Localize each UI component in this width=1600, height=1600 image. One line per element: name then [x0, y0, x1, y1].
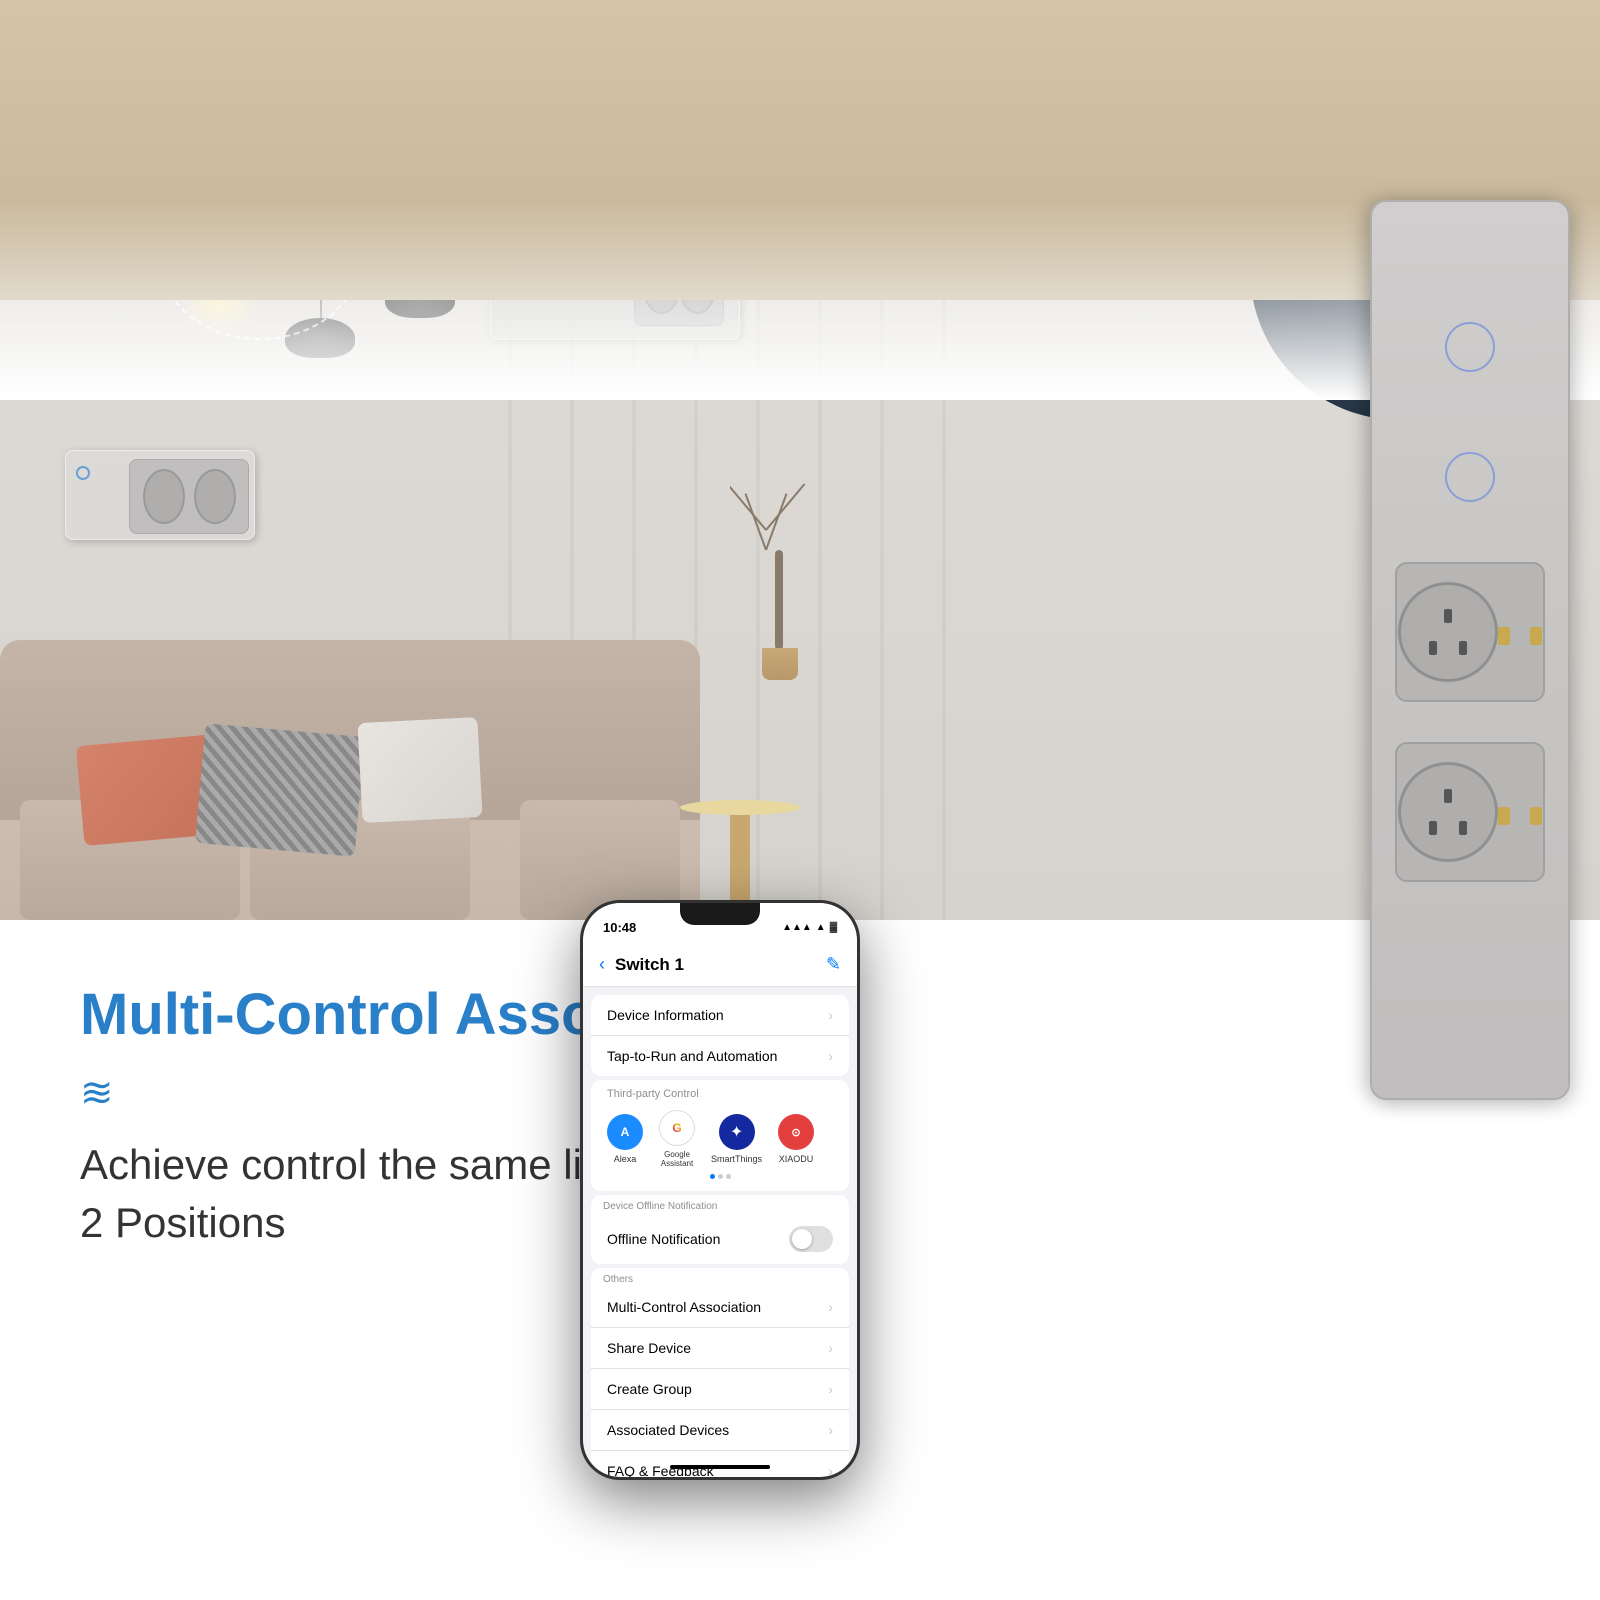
status-bar-time: 10:48 [603, 920, 636, 935]
chevron-icon: › [828, 1340, 833, 1356]
chevron-icon: › [828, 1381, 833, 1397]
menu-item-tap-to-run[interactable]: Tap-to-Run and Automation › [591, 1036, 849, 1076]
battery-icon: ▓ [830, 922, 837, 933]
nav-edit-button[interactable]: ✎ [826, 954, 841, 975]
socket-pins-1 [1498, 627, 1542, 645]
chevron-icon: › [828, 1299, 833, 1315]
dot-3 [726, 1174, 731, 1179]
home-indicator [670, 1465, 770, 1469]
socket-hole-left [1429, 641, 1437, 655]
phone-mockup: 10:48 ▲▲▲ ▲ ▓ ‹ Switch 1 ✎ [580, 900, 860, 1480]
device-socket-1 [1395, 562, 1545, 702]
google-label: GoogleAssistant [661, 1150, 693, 1168]
chevron-icon: › [828, 1007, 833, 1023]
toggle-knob [792, 1229, 812, 1249]
socket-pins-2 [1498, 807, 1542, 825]
chevron-icon: › [828, 1048, 833, 1064]
xiaodu-icon: ⊙ [778, 1114, 814, 1150]
room-background [0, 0, 1600, 980]
third-party-section: Third-party Control A Alexa G GoogleAssi… [591, 1080, 849, 1191]
menu-item-multi-control[interactable]: Multi-Control Association › [591, 1287, 849, 1328]
plant-branches [730, 450, 810, 550]
others-section-header: Others [591, 1268, 849, 1287]
third-party-icons: A Alexa G GoogleAssistant ✦ [607, 1110, 833, 1168]
socket-face-1 [1398, 582, 1498, 682]
switch-dots-1 [76, 466, 90, 480]
socket-hole-left [1429, 821, 1437, 835]
status-icons: ▲▲▲ ▲ ▓ [782, 922, 837, 933]
dot-1 [710, 1174, 715, 1179]
menu-item-create-group[interactable]: Create Group › [591, 1369, 849, 1410]
nav-title: Switch 1 [615, 955, 826, 975]
socket-pin [1498, 807, 1510, 825]
alexa-icon: A [607, 1114, 643, 1150]
google-integration[interactable]: G GoogleAssistant [659, 1110, 695, 1168]
smartthings-label: SmartThings [711, 1154, 762, 1164]
phone-notch [680, 903, 760, 925]
dot-2 [718, 1174, 723, 1179]
toggle-switch[interactable] [789, 1226, 833, 1252]
socket-hole-right [1459, 821, 1467, 835]
socket-hole-top [1444, 789, 1452, 803]
plant [740, 460, 820, 680]
phone-screen: 10:48 ▲▲▲ ▲ ▓ ‹ Switch 1 ✎ [583, 903, 857, 1477]
overlap-fade [0, 200, 1600, 400]
wall-switch-lower [65, 450, 255, 540]
nav-back-button[interactable]: ‹ [599, 954, 605, 975]
notification-section-header: Device Offline Notification [591, 1195, 849, 1214]
menu-list: Device Information › Tap-to-Run and Auto… [583, 987, 857, 1477]
signal-icon: ▲▲▲ [782, 922, 812, 933]
chevron-icon: › [828, 1422, 833, 1438]
switch-dot [76, 466, 90, 480]
smartthings-icon: ✦ [719, 1114, 755, 1150]
device-socket-2 [1395, 742, 1545, 882]
google-icon: G [659, 1110, 695, 1146]
alexa-label: Alexa [614, 1154, 637, 1164]
socket-pin [1530, 807, 1542, 825]
menu-item-offline-notif[interactable]: Offline Notification [591, 1214, 849, 1264]
pillow-plaid [195, 723, 365, 856]
menu-item-device-info[interactable]: Device Information › [591, 995, 849, 1036]
menu-item-associated-devices[interactable]: Associated Devices › [591, 1410, 849, 1451]
physical-device [1370, 200, 1570, 1100]
socket-pin [1530, 627, 1542, 645]
phone-body: 10:48 ▲▲▲ ▲ ▓ ‹ Switch 1 ✎ [580, 900, 860, 1480]
nav-bar: ‹ Switch 1 ✎ [583, 943, 857, 987]
socket-face-2 [1398, 762, 1498, 862]
socket-hole-top [1444, 609, 1452, 623]
device-switch-button-2[interactable] [1445, 452, 1495, 502]
alexa-integration[interactable]: A Alexa [607, 1114, 643, 1164]
description-line2: 2 Positions [80, 1199, 285, 1246]
menu-item-share-device[interactable]: Share Device › [591, 1328, 849, 1369]
chevron-icon: › [828, 1463, 833, 1477]
menu-item-faq[interactable]: FAQ & Feedback › [591, 1451, 849, 1477]
smartthings-integration[interactable]: ✦ SmartThings [711, 1114, 762, 1164]
pillow-white [357, 717, 482, 823]
vase [762, 648, 798, 680]
third-party-header: Third-party Control [607, 1088, 833, 1100]
socket-hole-right [1459, 641, 1467, 655]
table-top [680, 800, 800, 815]
pagination-dots [607, 1174, 833, 1179]
device-switch-button-1[interactable] [1445, 322, 1495, 372]
socket-pin [1498, 627, 1510, 645]
xiaodu-integration[interactable]: ⊙ XIAODU [778, 1114, 814, 1164]
xiaodu-label: XIAODU [779, 1154, 814, 1164]
wifi-icon: ▲ [816, 922, 826, 933]
menu-group-info: Device Information › Tap-to-Run and Auto… [591, 995, 849, 1076]
